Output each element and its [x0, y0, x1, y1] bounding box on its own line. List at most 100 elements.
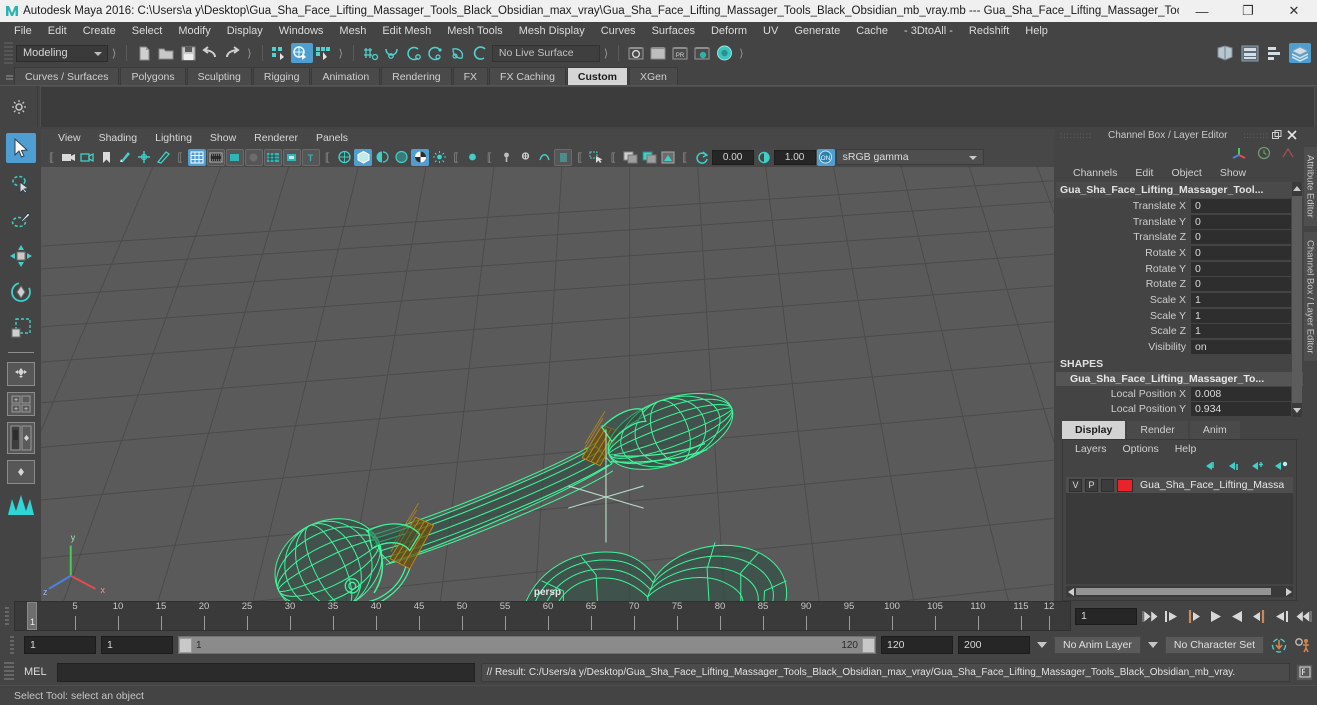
channel-red-icon[interactable] [1281, 146, 1295, 160]
channel-value[interactable]: 0 [1191, 214, 1291, 229]
channel-menu-channels[interactable]: Channels [1064, 167, 1126, 179]
channel-value[interactable]: 0.008 [1191, 386, 1291, 401]
layer-horizontal-scrollbar[interactable] [1066, 586, 1293, 597]
viewport-menu-panels[interactable]: Panels [307, 132, 357, 144]
render-group-collapse-icon[interactable]: ⟩ [735, 47, 747, 60]
range-start-field[interactable]: 1 [24, 636, 96, 654]
use-default-lighting-icon[interactable] [335, 149, 353, 166]
undock-panel-icon[interactable] [1269, 130, 1285, 140]
shelf-tab-xgen[interactable]: XGen [629, 67, 678, 85]
select-by-hierarchy-button[interactable] [269, 43, 291, 63]
range-left-handle[interactable] [179, 637, 192, 653]
toggle-grid-icon[interactable] [187, 148, 206, 166]
range-slider[interactable]: 1 120 [178, 636, 876, 654]
channel-value[interactable]: on [1191, 340, 1291, 355]
menu-deform[interactable]: Deform [703, 22, 755, 41]
playback-end-field[interactable]: 120 [881, 636, 953, 654]
channel-row-scale-y[interactable]: Scale Y 1 [1056, 308, 1303, 324]
persp-view-layout-button[interactable] [6, 460, 35, 484]
viewport-toolbar-grip[interactable]: ⟦ [45, 151, 58, 164]
shelf-tab-sculpting[interactable]: Sculpting [186, 67, 252, 85]
channel-value[interactable]: 0 [1191, 261, 1291, 276]
snap-to-curves-button[interactable] [382, 43, 404, 63]
color-management-toggle-icon[interactable]: ON [816, 148, 835, 166]
menu-edit[interactable]: Edit [40, 22, 75, 41]
xray-active-components-icon[interactable] [516, 149, 534, 166]
toolbar-collapse-icon[interactable]: ⟩ [108, 47, 120, 60]
menu-surfaces[interactable]: Surfaces [644, 22, 703, 41]
channel-row-rotate-y[interactable]: Rotate Y 0 [1056, 261, 1303, 277]
time-cursor[interactable]: 1 [27, 602, 37, 630]
single-view-layout-button[interactable] [6, 362, 35, 386]
move-layer-up-icon[interactable] [1205, 460, 1219, 472]
select-camera-icon[interactable] [59, 149, 77, 166]
xray-joints-icon[interactable] [497, 149, 515, 166]
time-slider[interactable]: 1 5 10 15 20 25 30 35 40 45 50 55 60 65 … [14, 601, 1071, 631]
menu-select[interactable]: Select [124, 22, 171, 41]
move-tool-button[interactable] [6, 241, 36, 271]
undo-button[interactable] [199, 43, 221, 63]
camera-attributes-icon[interactable] [78, 149, 96, 166]
toggle-film-gate-icon[interactable] [206, 148, 225, 166]
scale-tool-button[interactable] [6, 313, 36, 343]
menu-windows[interactable]: Windows [271, 22, 332, 41]
scroll-right-arrow-icon[interactable] [1283, 587, 1293, 596]
dock-tab-channel-box[interactable]: Channel Box / Layer Editor [1303, 231, 1317, 362]
new-scene-button[interactable] [133, 43, 155, 63]
hscroll-thumb[interactable] [1076, 588, 1271, 595]
channel-value[interactable]: 1 [1191, 292, 1291, 307]
viewport-menu-lighting[interactable]: Lighting [146, 132, 201, 144]
menu-file[interactable]: File [6, 22, 40, 41]
shadows-icon[interactable] [373, 149, 391, 166]
minimize-button[interactable]: — [1179, 0, 1225, 22]
render-sequence-button[interactable]: PR [669, 43, 691, 63]
close-button[interactable]: ✕ [1271, 0, 1317, 22]
menu-edit-mesh[interactable]: Edit Mesh [374, 22, 439, 41]
isolate-select-icon[interactable] [464, 149, 482, 166]
channel-row-local-position-x[interactable]: Local Position X 0.008 [1056, 386, 1303, 402]
channel-row-translate-x[interactable]: Translate X 0 [1056, 198, 1303, 214]
shelf-tab-animation[interactable]: Animation [311, 67, 381, 85]
scroll-up-arrow-icon[interactable] [1292, 182, 1302, 195]
four-view-layout-button[interactable]: + + + [6, 392, 35, 416]
channel-menu-edit[interactable]: Edit [1126, 167, 1162, 179]
save-scene-button[interactable] [177, 43, 199, 63]
shelf-tab-custom[interactable]: Custom [566, 67, 628, 85]
select-group-collapse-icon[interactable]: ⟩ [335, 47, 347, 60]
viewport-menu-renderer[interactable]: Renderer [245, 132, 307, 144]
two-d-pan-zoom-icon[interactable] [135, 149, 153, 166]
select-by-object-type-button[interactable] [290, 43, 313, 63]
viewport-menu-show[interactable]: Show [201, 132, 245, 144]
open-scene-button[interactable] [155, 43, 177, 63]
shelf-tab-fx[interactable]: FX [452, 67, 489, 85]
grease-pencil-icon[interactable] [154, 149, 172, 166]
play-forwards-button[interactable] [1228, 607, 1247, 625]
script-editor-button[interactable] [1296, 663, 1313, 681]
menu-generate[interactable]: Generate [786, 22, 848, 41]
copy-render-icon[interactable] [621, 149, 639, 166]
anim-layer-selector[interactable]: No Anim Layer [1054, 636, 1141, 654]
scroll-down-arrow-icon[interactable] [1292, 404, 1302, 417]
step-back-key-button[interactable] [1184, 607, 1203, 625]
layer-type-toggle[interactable] [1101, 478, 1114, 492]
layer-row[interactable]: V P Gua_Sha_Face_Lifting_Massa [1066, 477, 1293, 494]
create-layer-from-selected-icon[interactable] [1274, 460, 1288, 472]
channel-clock-icon[interactable] [1257, 146, 1271, 160]
shelf-tab-fx-caching[interactable]: FX Caching [489, 67, 566, 85]
viewport-3d[interactable]: y x z persp [41, 167, 1054, 601]
step-forward-key-button[interactable] [1250, 607, 1269, 625]
channel-row-visibility[interactable]: Visibility on [1056, 339, 1303, 355]
layer-color-swatch[interactable] [1117, 478, 1133, 492]
channel-value[interactable]: 0 [1191, 198, 1291, 213]
smooth-preview-icon[interactable] [535, 149, 553, 166]
toggle-attribute-editor-icon[interactable] [1239, 43, 1261, 63]
render-current-frame-button[interactable] [625, 43, 647, 63]
layer-list[interactable]: V P Gua_Sha_Face_Lifting_Massa [1066, 477, 1293, 584]
channel-row-scale-z[interactable]: Scale Z 1 [1056, 324, 1303, 340]
tab-display[interactable]: Display [1062, 421, 1126, 440]
menu-help[interactable]: Help [1017, 22, 1056, 41]
menu-mesh-display[interactable]: Mesh Display [511, 22, 593, 41]
snap-to-projected-center-button[interactable] [426, 43, 448, 63]
menu-cache[interactable]: Cache [848, 22, 896, 41]
channel-menu-show[interactable]: Show [1211, 167, 1255, 179]
